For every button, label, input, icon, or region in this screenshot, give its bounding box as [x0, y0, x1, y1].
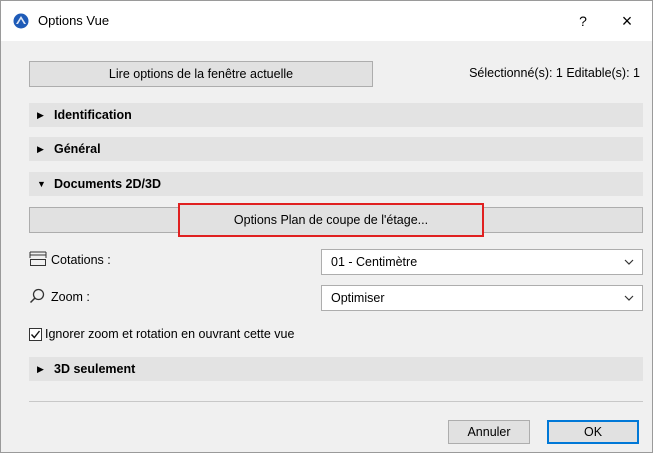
chevron-down-icon [624, 295, 634, 301]
floor-plan-cut-options-button[interactable]: Options Plan de coupe de l'étage... [178, 203, 484, 237]
section-general-label: Général [54, 142, 101, 156]
cotations-select[interactable]: 01 - Centimètre [321, 249, 643, 275]
triangle-right-icon: ▶ [37, 144, 44, 154]
section-3d-seulement[interactable]: ▶ 3D seulement [29, 357, 643, 381]
section-general[interactable]: ▶ Général [29, 137, 643, 161]
chevron-down-icon [624, 259, 634, 265]
magnifier-icon [29, 288, 45, 304]
options-vue-dialog: Options Vue ? × Lire options de la fenêt… [0, 0, 653, 453]
zoom-label: Zoom : [51, 290, 90, 304]
ignore-zoom-rotation-label[interactable]: Ignorer zoom et rotation en ouvrant cett… [45, 327, 294, 341]
triangle-down-icon: ▼ [37, 179, 46, 189]
selection-info: Sélectionné(s): 1 Editable(s): 1 [469, 66, 640, 80]
checkmark-icon [30, 330, 41, 339]
app-icon [13, 13, 29, 29]
section-documents-label: Documents 2D/3D [54, 177, 161, 191]
dimension-icon [29, 251, 47, 266]
cotations-label: Cotations : [51, 253, 111, 267]
triangle-right-icon: ▶ [37, 364, 44, 374]
section-3d-label: 3D seulement [54, 362, 136, 376]
ignore-zoom-rotation-checkbox[interactable] [29, 328, 42, 341]
zoom-value: Optimiser [331, 291, 385, 305]
footer-divider [29, 401, 643, 402]
cotations-value: 01 - Centimètre [331, 255, 418, 269]
cancel-button[interactable]: Annuler [448, 420, 530, 444]
section-identification-label: Identification [54, 108, 132, 122]
section-documents-2d-3d[interactable]: ▼ Documents 2D/3D [29, 172, 643, 196]
ok-button[interactable]: OK [547, 420, 639, 444]
help-button[interactable]: ? [571, 9, 595, 33]
zoom-select[interactable]: Optimiser [321, 285, 643, 311]
section-identification[interactable]: ▶ Identification [29, 103, 643, 127]
title-bar: Options Vue ? × [1, 1, 652, 41]
triangle-right-icon: ▶ [37, 110, 44, 120]
read-current-window-options-button[interactable]: Lire options de la fenêtre actuelle [29, 61, 373, 87]
window-title: Options Vue [38, 13, 110, 28]
close-button[interactable]: × [615, 9, 639, 33]
